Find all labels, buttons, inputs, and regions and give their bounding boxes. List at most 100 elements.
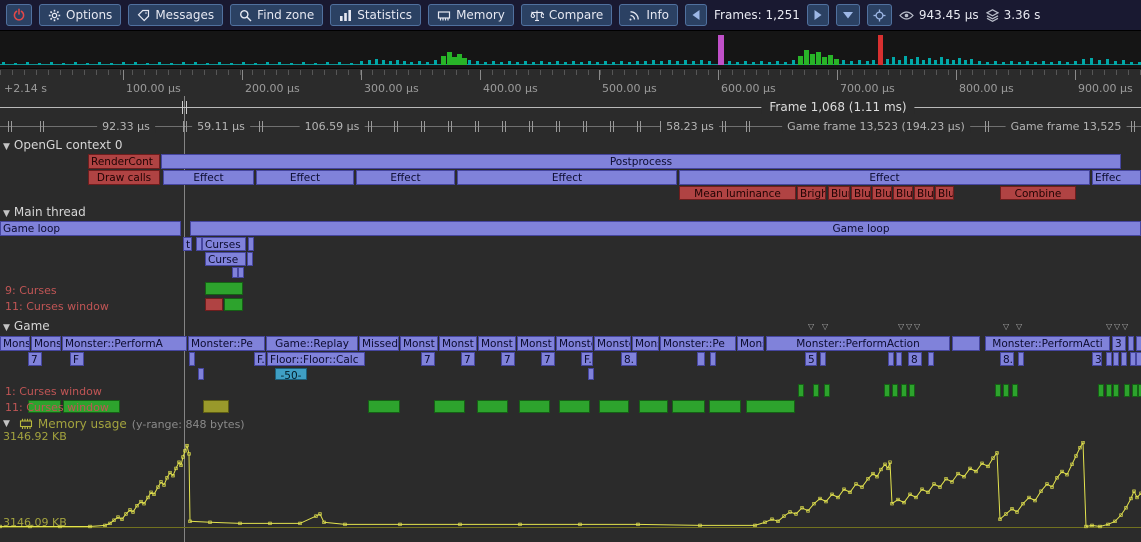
zone[interactable]: Effec xyxy=(1092,170,1141,185)
zone[interactable] xyxy=(909,384,915,397)
zone[interactable]: 7 xyxy=(28,352,42,366)
zone[interactable] xyxy=(1106,384,1112,397)
options-button[interactable]: Options xyxy=(39,4,121,26)
zone[interactable] xyxy=(1113,384,1119,397)
thread-label[interactable]: 11: Curses window xyxy=(5,300,109,313)
zone[interactable] xyxy=(224,298,243,311)
zone[interactable]: Effect xyxy=(256,170,354,185)
zone[interactable] xyxy=(709,400,741,413)
messages-button[interactable]: Messages xyxy=(128,4,223,26)
zone[interactable]: 8 xyxy=(908,352,922,366)
zone[interactable] xyxy=(1113,352,1119,366)
zone[interactable]: 8. xyxy=(1000,352,1014,366)
frame-menu-button[interactable] xyxy=(836,4,860,26)
zone[interactable]: Monster::Pe xyxy=(188,336,265,351)
collapsed-zone-marker-icon[interactable]: ▽ xyxy=(822,323,828,331)
info-button[interactable]: Info xyxy=(619,4,678,26)
zone[interactable]: F. xyxy=(581,352,593,366)
zone[interactable]: Curse xyxy=(205,252,246,266)
collapsed-zone-marker-icon[interactable]: ▽ xyxy=(914,323,920,331)
zone[interactable]: Monste xyxy=(594,336,631,351)
zone[interactable] xyxy=(672,400,705,413)
collapsed-zone-marker-icon[interactable]: ▽ xyxy=(1003,323,1009,331)
zone[interactable]: Mons xyxy=(737,336,764,351)
section-header[interactable]: ▼OpenGL context 0 xyxy=(3,138,122,152)
zone[interactable] xyxy=(1012,384,1018,397)
zone[interactable]: Blur xyxy=(935,186,954,200)
zone[interactable]: Monster::PerformActi xyxy=(985,336,1110,351)
zone[interactable]: 5 xyxy=(805,352,817,366)
zone[interactable] xyxy=(1098,384,1104,397)
zone[interactable] xyxy=(884,384,890,397)
zone[interactable]: Monster::PerformAction xyxy=(766,336,950,351)
zone[interactable] xyxy=(368,400,400,413)
zone[interactable]: Mean luminance xyxy=(679,186,796,200)
zone[interactable]: 7 xyxy=(501,352,515,366)
zone[interactable]: 7 xyxy=(461,352,475,366)
zone[interactable] xyxy=(189,352,195,366)
zone[interactable]: F xyxy=(70,352,84,366)
zone[interactable] xyxy=(697,352,705,366)
zone[interactable] xyxy=(1128,336,1134,351)
zone[interactable] xyxy=(599,400,629,413)
thread-label[interactable]: 11: Curses window xyxy=(5,401,109,414)
zone[interactable] xyxy=(519,400,550,413)
zone[interactable]: Blur xyxy=(851,186,871,200)
zone[interactable] xyxy=(952,336,980,351)
zone[interactable] xyxy=(203,400,229,413)
zone[interactable] xyxy=(588,368,594,380)
collapsed-zone-marker-icon[interactable]: ▽ xyxy=(898,323,904,331)
zone[interactable]: Game loop xyxy=(190,221,1141,236)
zone[interactable]: Floor::Floor::Calc xyxy=(267,352,365,366)
next-frame-button[interactable] xyxy=(807,4,829,26)
zone[interactable] xyxy=(892,384,898,397)
zone[interactable] xyxy=(824,384,830,397)
zone[interactable] xyxy=(198,368,204,380)
zone[interactable]: Effect xyxy=(457,170,677,185)
zone[interactable]: Blur xyxy=(828,186,850,200)
zone[interactable] xyxy=(477,400,508,413)
zone[interactable] xyxy=(1003,384,1009,397)
zone[interactable]: 3 xyxy=(1112,336,1126,351)
zone[interactable]: Game::Replay xyxy=(266,336,358,351)
collapsed-zone-marker-icon[interactable]: ▽ xyxy=(808,323,814,331)
zone[interactable]: Monst xyxy=(439,336,477,351)
zone[interactable] xyxy=(205,298,223,311)
zone[interactable]: Monste xyxy=(31,336,61,351)
zone[interactable]: Blur xyxy=(914,186,934,200)
section-header[interactable]: ▼Main thread xyxy=(3,205,86,219)
zone[interactable]: Monste xyxy=(0,336,30,351)
zone[interactable] xyxy=(1018,352,1024,366)
collapsed-zone-marker-icon[interactable]: ▽ xyxy=(906,323,912,331)
zone[interactable]: Blur xyxy=(872,186,892,200)
compare-button[interactable]: Compare xyxy=(521,4,612,26)
collapsed-zone-marker-icon[interactable]: ▽ xyxy=(1114,323,1120,331)
zone[interactable]: Effect xyxy=(679,170,1090,185)
zone[interactable] xyxy=(247,252,253,266)
zone[interactable]: Monst xyxy=(400,336,438,351)
section-header[interactable]: ▼Game xyxy=(3,319,50,333)
zone[interactable] xyxy=(710,352,716,366)
memory-button[interactable]: Memory xyxy=(428,4,514,26)
zone[interactable]: 7 xyxy=(541,352,555,366)
zone[interactable] xyxy=(813,384,819,397)
zone[interactable]: Postprocess xyxy=(161,154,1121,169)
zone[interactable]: 3 xyxy=(1092,352,1102,366)
zone[interactable] xyxy=(1121,352,1127,366)
zone[interactable] xyxy=(820,352,826,366)
collapsed-zone-marker-icon[interactable]: ▽ xyxy=(1106,323,1112,331)
thread-label[interactable]: 9: Curses xyxy=(5,284,57,297)
zone[interactable]: Mons xyxy=(632,336,659,351)
collapsed-zone-marker-icon[interactable]: ▽ xyxy=(1016,323,1022,331)
zone[interactable] xyxy=(995,384,1001,397)
zone[interactable]: Monst xyxy=(478,336,516,351)
zone[interactable]: Effect xyxy=(163,170,254,185)
zone[interactable]: Draw calls xyxy=(88,170,160,185)
zone[interactable] xyxy=(238,267,244,278)
zone[interactable]: 8. xyxy=(621,352,637,366)
zone[interactable] xyxy=(1136,336,1141,351)
zone[interactable] xyxy=(434,400,465,413)
statistics-button[interactable]: Statistics xyxy=(330,4,421,26)
zone[interactable]: Blur xyxy=(893,186,913,200)
zone[interactable]: Curses xyxy=(202,237,246,251)
